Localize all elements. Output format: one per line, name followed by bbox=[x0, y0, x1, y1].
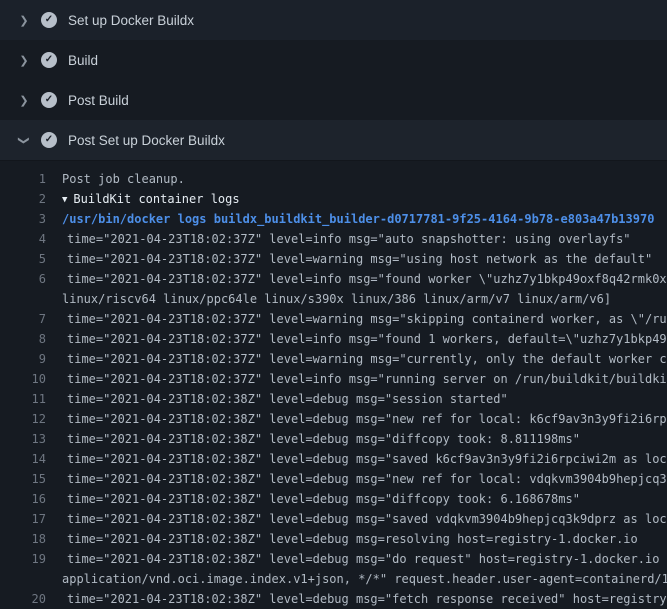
log-row: 19time="2021-04-23T18:02:38Z" level=debu… bbox=[0, 549, 667, 569]
line-number[interactable]: 6 bbox=[0, 269, 62, 289]
line-number[interactable]: 16 bbox=[0, 489, 62, 509]
log-line: time="2021-04-23T18:02:38Z" level=debug … bbox=[62, 429, 667, 449]
line-number[interactable]: 12 bbox=[0, 409, 62, 429]
chevron-right-icon: ❯ bbox=[16, 14, 32, 27]
log-row: 6time="2021-04-23T18:02:37Z" level=info … bbox=[0, 269, 667, 289]
log-line: time="2021-04-23T18:02:37Z" level=info m… bbox=[62, 229, 667, 249]
log-line: application/vnd.oci.image.index.v1+json,… bbox=[62, 569, 667, 589]
workflow-steps-list: ❯ ✓ Set up Docker Buildx ❯ ✓ Build ❯ ✓ Post Buil… bbox=[0, 0, 667, 161]
group-toggle-icon[interactable]: ▼ bbox=[62, 195, 67, 205]
log-line: time="2021-04-23T18:02:38Z" level=debug … bbox=[62, 529, 667, 549]
log-group-header[interactable]: ▼ BuildKit container logs bbox=[62, 189, 667, 209]
line-number[interactable]: 11 bbox=[0, 389, 62, 409]
chevron-right-icon: ❯ bbox=[16, 54, 32, 67]
line-number[interactable]: 4 bbox=[0, 229, 62, 249]
line-number[interactable]: 19 bbox=[0, 549, 62, 569]
step-label: Build bbox=[68, 53, 98, 68]
step-header-set-up-docker-buildx[interactable]: ❯ ✓ Set up Docker Buildx bbox=[0, 0, 667, 40]
log-row: 14time="2021-04-23T18:02:38Z" level=debu… bbox=[0, 449, 667, 469]
line-number[interactable]: 8 bbox=[0, 329, 62, 349]
line-number[interactable]: 17 bbox=[0, 509, 62, 529]
log-row: 10time="2021-04-23T18:02:37Z" level=info… bbox=[0, 369, 667, 389]
log-line: time="2021-04-23T18:02:38Z" level=debug … bbox=[62, 389, 667, 409]
log-line: time="2021-04-23T18:02:38Z" level=debug … bbox=[62, 509, 667, 529]
step-header-post-build[interactable]: ❯ ✓ Post Build bbox=[0, 80, 667, 120]
log-row: 9time="2021-04-23T18:02:37Z" level=warni… bbox=[0, 349, 667, 369]
log-row: 20time="2021-04-23T18:02:38Z" level=debu… bbox=[0, 589, 667, 609]
log-line: time="2021-04-23T18:02:38Z" level=debug … bbox=[62, 589, 667, 609]
log-line: time="2021-04-23T18:02:37Z" level=info m… bbox=[62, 329, 667, 349]
log-row: 1Post job cleanup. bbox=[0, 169, 667, 189]
log-row: 3/usr/bin/docker logs buildx_buildkit_bu… bbox=[0, 209, 667, 229]
step-header-build[interactable]: ❯ ✓ Build bbox=[0, 40, 667, 80]
line-number[interactable]: 20 bbox=[0, 589, 62, 609]
line-number[interactable]: 15 bbox=[0, 469, 62, 489]
log-line: time="2021-04-23T18:02:37Z" level=info m… bbox=[62, 269, 667, 289]
check-circle-icon: ✓ bbox=[41, 52, 57, 68]
line-number bbox=[0, 569, 62, 589]
line-number[interactable]: 5 bbox=[0, 249, 62, 269]
log-row: 16time="2021-04-23T18:02:38Z" level=debu… bbox=[0, 489, 667, 509]
log-line: time="2021-04-23T18:02:37Z" level=warnin… bbox=[62, 349, 667, 369]
log-line: time="2021-04-23T18:02:38Z" level=debug … bbox=[62, 549, 667, 569]
step-label: Set up Docker Buildx bbox=[68, 13, 194, 28]
log-line: time="2021-04-23T18:02:38Z" level=debug … bbox=[62, 409, 667, 429]
line-number[interactable]: 14 bbox=[0, 449, 62, 469]
log-viewer: 1Post job cleanup.2▼ BuildKit container l… bbox=[0, 161, 667, 609]
line-number[interactable]: 3 bbox=[0, 209, 62, 229]
log-row: linux/riscv64 linux/ppc64le linux/s390x … bbox=[0, 289, 667, 309]
log-row: 11time="2021-04-23T18:02:38Z" level=debu… bbox=[0, 389, 667, 409]
log-row: 18time="2021-04-23T18:02:38Z" level=debu… bbox=[0, 529, 667, 549]
log-row: 8time="2021-04-23T18:02:37Z" level=info … bbox=[0, 329, 667, 349]
log-row: 2▼ BuildKit container logs bbox=[0, 189, 667, 209]
chevron-right-icon: ❯ bbox=[16, 94, 32, 107]
log-row: 4time="2021-04-23T18:02:37Z" level=info … bbox=[0, 229, 667, 249]
line-number[interactable]: 1 bbox=[0, 169, 62, 189]
log-row: 15time="2021-04-23T18:02:38Z" level=debu… bbox=[0, 469, 667, 489]
log-row: 7time="2021-04-23T18:02:37Z" level=warni… bbox=[0, 309, 667, 329]
check-circle-icon: ✓ bbox=[41, 92, 57, 108]
log-line: time="2021-04-23T18:02:38Z" level=debug … bbox=[62, 489, 667, 509]
check-circle-icon: ✓ bbox=[41, 12, 57, 28]
line-number[interactable]: 18 bbox=[0, 529, 62, 549]
log-line: time="2021-04-23T18:02:38Z" level=debug … bbox=[62, 449, 667, 469]
log-line: linux/riscv64 linux/ppc64le linux/s390x … bbox=[62, 289, 667, 309]
line-number[interactable]: 2 bbox=[0, 189, 62, 209]
line-number bbox=[0, 289, 62, 309]
log-line: Post job cleanup. bbox=[62, 169, 667, 189]
log-row: 12time="2021-04-23T18:02:38Z" level=debu… bbox=[0, 409, 667, 429]
command-line: /usr/bin/docker logs buildx_buildkit_bui… bbox=[62, 209, 667, 229]
line-number[interactable]: 10 bbox=[0, 369, 62, 389]
line-number[interactable]: 9 bbox=[0, 349, 62, 369]
log-row: application/vnd.oci.image.index.v1+json,… bbox=[0, 569, 667, 589]
log-line: time="2021-04-23T18:02:37Z" level=warnin… bbox=[62, 249, 667, 269]
log-line: time="2021-04-23T18:02:37Z" level=warnin… bbox=[62, 309, 667, 329]
step-header-post-set-up-docker-buildx[interactable]: ❯ ✓ Post Set up Docker Buildx bbox=[0, 120, 667, 161]
step-label: Post Set up Docker Buildx bbox=[68, 133, 225, 148]
check-circle-icon: ✓ bbox=[41, 132, 57, 148]
line-number[interactable]: 13 bbox=[0, 429, 62, 449]
log-row: 13time="2021-04-23T18:02:38Z" level=debu… bbox=[0, 429, 667, 449]
group-title: BuildKit container logs bbox=[73, 192, 239, 206]
line-number[interactable]: 7 bbox=[0, 309, 62, 329]
step-label: Post Build bbox=[68, 93, 129, 108]
log-row: 5time="2021-04-23T18:02:37Z" level=warni… bbox=[0, 249, 667, 269]
log-row: 17time="2021-04-23T18:02:38Z" level=debu… bbox=[0, 509, 667, 529]
log-line: time="2021-04-23T18:02:37Z" level=info m… bbox=[62, 369, 667, 389]
log-line: time="2021-04-23T18:02:38Z" level=debug … bbox=[62, 469, 667, 489]
chevron-down-icon: ❯ bbox=[18, 132, 31, 148]
